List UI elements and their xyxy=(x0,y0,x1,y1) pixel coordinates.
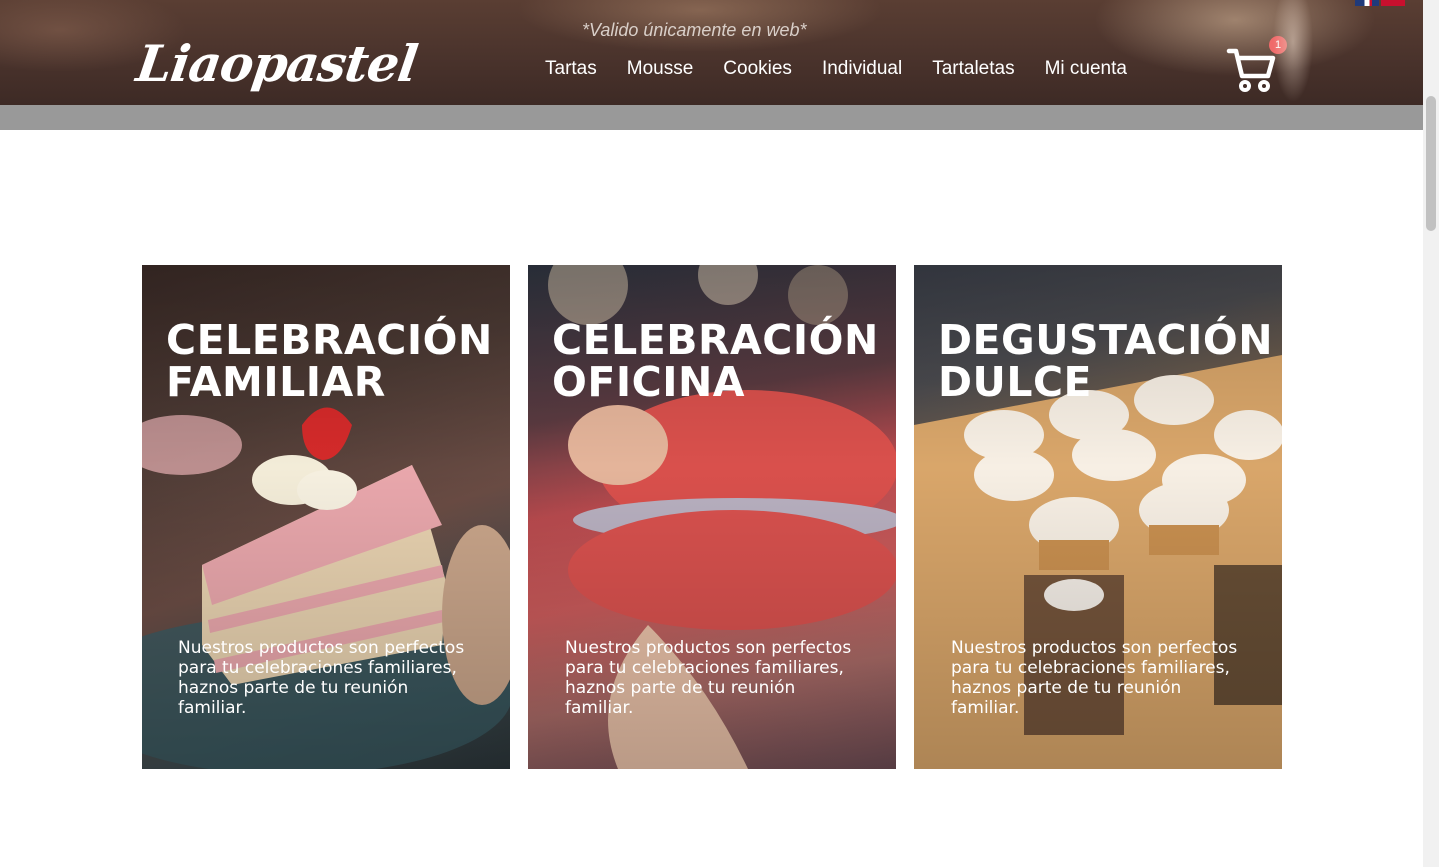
main-nav: Tartas Mousse Cookies Individual Tartale… xyxy=(545,58,1127,80)
card-description: Nuestros productos son perfectos para tu… xyxy=(565,638,852,718)
promo-text: *Valido únicamente en web* xyxy=(582,20,807,40)
card-title-line: DEGUSTACIÓN xyxy=(938,316,1274,364)
card-title-line: FAMILIAR xyxy=(166,358,386,406)
card-celebracion-familiar[interactable]: CELEBRACIÓN FAMILIAR Nuestros productos … xyxy=(142,265,510,769)
nav-item-tartaletas[interactable]: Tartaletas xyxy=(932,58,1014,80)
page-scrollbar[interactable] xyxy=(1423,0,1439,867)
card-title-line: CELEBRACIÓN xyxy=(552,316,879,364)
header-divider xyxy=(0,105,1423,130)
card-description: Nuestros productos son perfectos para tu… xyxy=(178,638,465,718)
nav-item-mi-cuenta[interactable]: Mi cuenta xyxy=(1045,58,1127,80)
site-logo[interactable]: Liaopastel xyxy=(131,24,422,104)
card-degustacion-dulce[interactable]: DEGUSTACIÓN DULCE Nuestros productos son… xyxy=(914,265,1282,769)
nav-item-mousse[interactable]: Mousse xyxy=(627,58,694,80)
card-title: CELEBRACIÓN OFICINA xyxy=(552,319,892,403)
card-title: DEGUSTACIÓN DULCE xyxy=(938,319,1278,403)
es-flag-icon[interactable] xyxy=(1381,0,1405,6)
card-title-line: DULCE xyxy=(938,358,1093,406)
uk-flag-icon[interactable] xyxy=(1355,0,1379,6)
nav-item-tartas[interactable]: Tartas xyxy=(545,58,597,80)
card-title: CELEBRACIÓN FAMILIAR xyxy=(166,319,506,403)
scrollbar-thumb[interactable] xyxy=(1426,96,1436,231)
site-header: Liaopastel *Valido únicamente en web* Ta… xyxy=(0,0,1423,105)
card-title-line: OFICINA xyxy=(552,358,746,406)
card-title-line: CELEBRACIÓN xyxy=(166,316,493,364)
language-switcher xyxy=(1355,0,1405,6)
cart-count-badge: 1 xyxy=(1269,36,1287,54)
card-description: Nuestros productos son perfectos para tu… xyxy=(951,638,1238,718)
card-celebracion-oficina[interactable]: CELEBRACIÓN OFICINA Nuestros productos s… xyxy=(528,265,896,769)
nav-item-cookies[interactable]: Cookies xyxy=(723,58,792,80)
cart-icon[interactable] xyxy=(1226,44,1276,94)
nav-item-individual[interactable]: Individual xyxy=(822,58,902,80)
